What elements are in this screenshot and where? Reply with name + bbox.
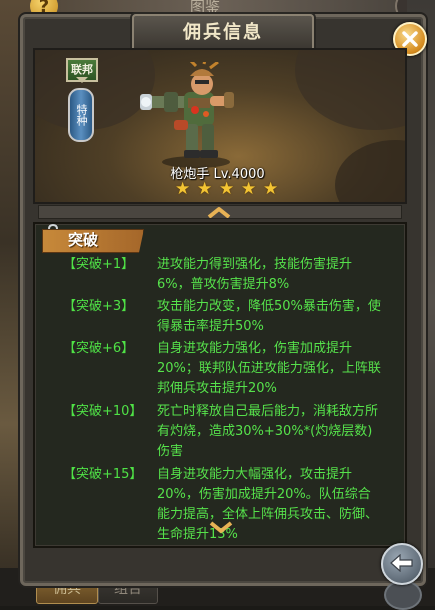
hero-name-level: 枪炮手 Lv.4000 <box>170 167 265 182</box>
breakthrough-label: 【突破+15】 <box>63 467 143 482</box>
star-icon: ★ <box>219 179 235 199</box>
window-title: 佣兵信息 <box>183 22 263 43</box>
section-title: 突破 <box>68 231 99 249</box>
title-plate: 佣兵信息 <box>132 14 314 52</box>
breakthrough-label: 【突破+1】 <box>63 257 135 272</box>
faction-badge: 联邦 <box>66 58 98 83</box>
star-icon: ★ <box>175 179 191 199</box>
breakthrough-effect: 进攻能力得到强化，技能伤害提升6%，普攻伤害提升8% <box>157 257 353 292</box>
breakthrough-label: 【突破+6】 <box>63 341 135 356</box>
breakthrough-effect: 死亡时释放自己最后能力，消耗敌方所有灼烧，造成30%+30%*(灼烧层数)伤害 <box>157 404 379 459</box>
list-item: 【突破+6】 自身进攻能力强化，伤害加成提升20%；联邦队伍进攻能力强化，上阵联… <box>33 339 403 399</box>
list-item: 【突破+1】 进攻能力得到强化，技能伤害提升6%，普攻伤害提升8% <box>33 255 403 295</box>
breakthrough-label: 【突破+3】 <box>63 299 135 314</box>
star-rating: ★ ★ ★ ★ ★ <box>175 181 279 199</box>
hero-portrait <box>140 62 234 168</box>
star-icon: ★ <box>197 179 213 199</box>
chevron-up-icon[interactable] <box>206 206 232 218</box>
list-item: 【突破+10】 死亡时释放自己最后能力，消耗敌方所有灼烧，造成30%+30%*(… <box>33 402 403 462</box>
chevron-down-icon[interactable] <box>208 520 234 534</box>
type-badge: 特种 <box>68 88 94 142</box>
breakthrough-effect: 攻击能力改变，降低50%暴击伤害，使得暴击率提升50% <box>157 299 381 334</box>
breakthrough-label: 【突破+10】 <box>63 404 143 419</box>
back-arrow-icon <box>390 554 413 572</box>
breakthrough-list: 【突破+1】 进攻能力得到强化，技能伤害提升6%，普攻伤害提升8% 【突破+3】… <box>33 252 403 545</box>
back-button[interactable] <box>381 543 423 585</box>
close-icon <box>402 31 418 47</box>
cave-rock <box>295 50 405 130</box>
list-item: 【突破+3】 攻击能力改变，降低50%暴击伤害，使得暴击率提升50% <box>33 297 403 337</box>
star-icon: ★ <box>263 179 279 199</box>
breakthrough-effect: 自身进攻能力大幅强化，攻击提升20%，伤害加成提升20%。队伍综合能力提高，全体… <box>157 467 379 542</box>
breakthrough-effect: 自身进攻能力强化，伤害加成提升20%；联邦队伍进攻能力强化，上阵联邦佣兵攻击提升… <box>157 341 381 396</box>
star-icon: ★ <box>241 179 257 199</box>
